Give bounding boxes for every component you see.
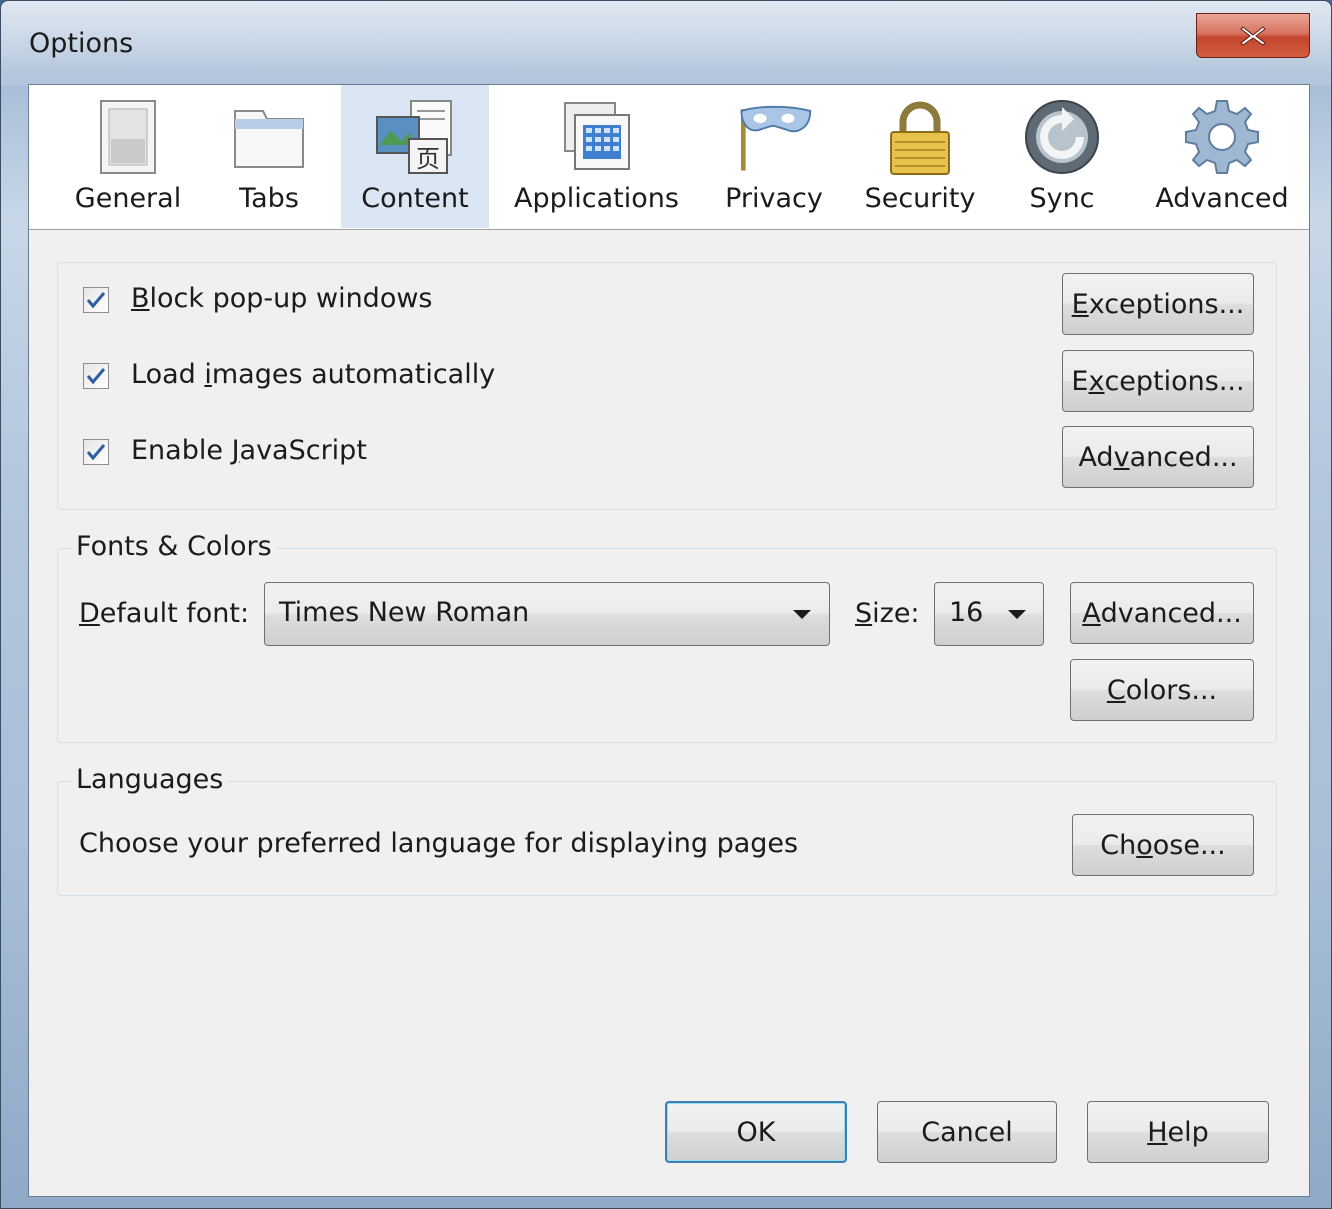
checkmark-icon (86, 292, 106, 309)
tab-sync[interactable]: Sync (1017, 85, 1107, 228)
tab-privacy[interactable]: Privacy (719, 85, 829, 228)
cancel-button[interactable]: Cancel (877, 1101, 1057, 1163)
tab-advanced[interactable]: Advanced (1147, 85, 1297, 228)
sync-arrows-icon (1022, 99, 1102, 175)
tab-general[interactable]: General (74, 85, 182, 228)
enable-javascript-checkbox[interactable] (83, 439, 109, 465)
help-button[interactable]: Help (1087, 1101, 1269, 1163)
javascript-advanced-button[interactable]: Ad v anced... (1062, 426, 1254, 488)
block-popups-checkbox[interactable] (83, 287, 109, 313)
tab-content[interactable]: 页 Content (341, 85, 489, 228)
checkmark-icon (86, 444, 106, 461)
font-size-select[interactable]: 16 (934, 582, 1044, 646)
tab-tabs[interactable]: Tabs (224, 85, 314, 228)
ok-button[interactable]: OK (665, 1101, 847, 1163)
tab-security-label: Security (864, 183, 976, 214)
colors-button[interactable]: Colors... (1070, 659, 1254, 721)
tab-content-label: Content (361, 183, 469, 214)
tab-tabs-label: Tabs (239, 183, 299, 214)
images-exceptions-button[interactable]: Ex ceptions... (1062, 350, 1254, 412)
tabs-folder-icon (229, 99, 309, 175)
enable-javascript-label[interactable]: Enable JavaScript (131, 435, 367, 466)
default-font-label: Default font: (79, 598, 250, 629)
svg-text:页: 页 (416, 145, 440, 173)
size-label: Size: (855, 598, 920, 629)
advanced-gear-icon (1182, 99, 1262, 175)
fonts-advanced-button[interactable]: Advanced... (1070, 582, 1254, 644)
tab-privacy-label: Privacy (725, 183, 823, 214)
content-options-group: Block pop-up windows Exceptions... Load … (57, 262, 1277, 510)
default-font-value: Times New Roman (279, 597, 530, 628)
applications-window-icon (557, 99, 637, 175)
load-images-label[interactable]: Load images automatically (131, 359, 495, 390)
close-x-icon (1240, 25, 1266, 46)
chevron-down-icon (793, 610, 811, 619)
fonts-colors-caption: Fonts & Colors (72, 531, 276, 562)
block-popups-label[interactable]: Block pop-up windows (131, 283, 433, 314)
tab-applications[interactable]: Applications (509, 85, 684, 228)
default-font-select[interactable]: Times New Roman (264, 582, 830, 646)
choose-language-button[interactable]: Ch o ose... (1072, 814, 1254, 876)
tab-applications-label: Applications (514, 183, 679, 214)
window-title: Options (29, 28, 134, 59)
close-button[interactable] (1196, 13, 1310, 58)
checkmark-icon (86, 368, 106, 385)
security-padlock-icon (880, 99, 960, 175)
category-toolbar: General Tabs 页 Content Applications Priv… (29, 85, 1309, 230)
tab-security[interactable]: Security (863, 85, 977, 228)
languages-caption: Languages (72, 764, 228, 795)
chevron-down-icon (1008, 610, 1026, 619)
tab-advanced-label: Advanced (1155, 183, 1289, 214)
window-frame: Options General Tabs 页 Content Applicati… (0, 0, 1332, 1209)
client-area: General Tabs 页 Content Applications Priv… (28, 84, 1310, 1197)
content-page-icon: 页 (375, 99, 455, 175)
privacy-mask-icon (734, 99, 814, 175)
tab-general-label: General (74, 183, 182, 214)
tab-sync-label: Sync (1029, 183, 1095, 214)
languages-description: Choose your preferred language for displ… (79, 828, 799, 859)
general-switch-icon (88, 99, 168, 175)
popup-exceptions-button[interactable]: Exceptions... (1062, 273, 1254, 335)
font-size-value: 16 (949, 597, 984, 628)
load-images-checkbox[interactable] (83, 363, 109, 389)
